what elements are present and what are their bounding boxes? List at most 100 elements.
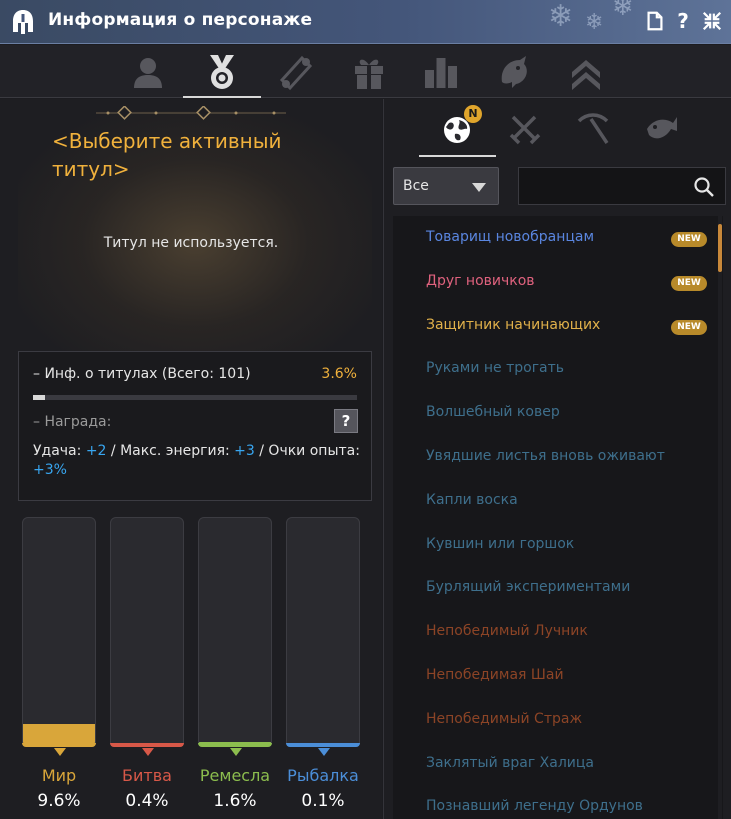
titles-progress-bar <box>33 395 357 400</box>
title-list-item[interactable]: Непобедимая Шай <box>393 654 709 698</box>
tab-pets[interactable] <box>494 52 534 92</box>
title-name: Познавший легенду Ордунов <box>426 798 643 815</box>
top-tab-bar <box>0 45 731 98</box>
medal-icon <box>210 55 234 89</box>
title-list-item[interactable]: Бурлящий экспериментами <box>393 566 709 610</box>
title-list-item[interactable]: Капли воска <box>393 479 709 523</box>
title-summary-panel: <Выберите активный титул> Титул не испол… <box>0 99 382 819</box>
title-unused-text: Титул не используется. <box>103 235 279 251</box>
category-pointer-icon <box>318 748 330 756</box>
title-list-item[interactable]: Товарищ новобранцам NEW <box>393 216 709 260</box>
category-percent: 1.6% <box>213 791 257 811</box>
reward-help-button[interactable]: ? <box>334 409 358 433</box>
tab-craft-titles[interactable] <box>573 109 613 149</box>
title-name: Друг новичков <box>426 272 535 289</box>
title-list-item[interactable]: Друг новичков NEW <box>393 260 709 304</box>
tab-rewards[interactable] <box>349 52 389 92</box>
bonus-xp-value: +3% <box>33 462 67 478</box>
category-name: Мир <box>41 766 77 785</box>
title-list-item[interactable]: Защитник начинающих NEW <box>393 304 709 348</box>
snowflake-decoration-icon: ❄ <box>612 0 634 22</box>
new-badge: NEW <box>671 319 707 335</box>
titles-progress-fill <box>33 395 45 400</box>
category-name: Битва <box>122 766 172 785</box>
rank-chevron-icon <box>572 60 600 90</box>
category-bar-base <box>110 743 184 747</box>
window-title: Информация о персонаже <box>48 10 313 30</box>
category-pointer-icon <box>142 748 154 756</box>
bonus-energy-value: +3 <box>234 443 255 459</box>
category-bar-base <box>22 743 96 747</box>
title-name: Непобедимый Страж <box>426 710 583 727</box>
fish-icon <box>647 117 677 139</box>
category-bar[interactable] <box>286 517 360 756</box>
titles-percent: 3.6% <box>321 366 357 382</box>
category-pointer-icon <box>54 748 66 756</box>
snowflake-decoration-icon: ❄ <box>548 0 574 34</box>
category-bar[interactable] <box>22 517 96 756</box>
tab-knowledge[interactable] <box>276 52 316 92</box>
title-bar: Информация о персонаже ❄ ❄ ❄ ? <box>0 0 731 44</box>
scrollbar-track[interactable] <box>718 216 722 819</box>
help-icon[interactable]: ? <box>671 9 695 33</box>
category-name: Ремесла <box>199 766 271 785</box>
title-list-item[interactable]: Заклятый враг Халица <box>393 742 709 786</box>
category-name: Рыбалка <box>287 766 359 785</box>
person-icon <box>134 58 162 88</box>
title-name: Защитник начинающих <box>426 316 601 333</box>
titles-total-label: – Инф. о титулах (Всего: 101) <box>33 366 251 382</box>
snowflake-decoration-icon: ❄ <box>585 10 604 35</box>
active-tab-indicator <box>183 96 261 98</box>
title-name: Непобедимый Лучник <box>426 623 588 640</box>
title-list-item[interactable]: Волшебный ковер <box>393 391 709 435</box>
scroll-icon <box>279 55 313 91</box>
title-list-item[interactable]: Непобедимый Лучник <box>393 610 709 654</box>
tab-stats[interactable] <box>421 52 461 92</box>
title-list: Товарищ новобранцам NEW Друг новичков NEW За… <box>393 216 723 819</box>
tab-profile[interactable] <box>128 52 168 92</box>
title-list-item[interactable]: Непобедимый Страж <box>393 698 709 742</box>
new-badge: NEW <box>671 275 707 291</box>
ornament-divider <box>96 106 286 120</box>
title-name: Увядшие листья вновь оживают <box>426 448 665 464</box>
document-icon[interactable] <box>643 9 667 33</box>
reward-bonus-text: Удача: +2 / Макс. энергия: +3 / Очки опы… <box>33 442 363 480</box>
title-list-item[interactable]: Увядшие листья вновь оживают <box>393 435 709 479</box>
title-search-input[interactable] <box>518 167 726 205</box>
category-bar-base <box>198 743 272 747</box>
new-notification-badge: N <box>464 105 482 123</box>
active-tab-indicator <box>419 155 496 157</box>
title-name: Заклятый враг Халица <box>426 754 594 771</box>
filter-selected-value: Все <box>403 178 429 194</box>
dropdown-arrow-icon <box>472 183 486 192</box>
title-list-item[interactable]: Познавший легенду Ордунов <box>393 785 709 819</box>
bonus-luck-label: Удача: <box>33 443 86 459</box>
category-bar[interactable] <box>110 517 184 756</box>
scrollbar-thumb[interactable] <box>718 224 722 272</box>
title-info-box: – Инф. о титулах (Всего: 101) 3.6% – Наг… <box>18 351 372 501</box>
tab-titles[interactable] <box>202 52 242 92</box>
title-name: Капли воска <box>426 491 518 508</box>
category-percent: 0.1% <box>301 791 345 811</box>
bonus-luck-value: +2 <box>85 443 107 459</box>
category-pointer-icon <box>230 748 242 756</box>
select-active-title-prompt[interactable]: <Выберите активный титул> <box>52 127 352 183</box>
category-bar[interactable] <box>198 517 272 756</box>
title-list-item[interactable]: Руками не трогать <box>393 347 709 391</box>
title-name: Товарищ новобранцам <box>426 229 595 245</box>
category-filter-dropdown[interactable]: Все <box>393 167 499 205</box>
collapse-icon[interactable] <box>700 9 724 33</box>
category-bar-base <box>286 743 360 747</box>
bar-chart-icon <box>425 58 457 88</box>
gift-icon <box>355 59 383 90</box>
title-name: Кувшин или горшок <box>426 535 575 552</box>
bonus-energy-label: / Макс. энергия: <box>106 443 235 459</box>
tab-combat-titles[interactable] <box>505 109 545 149</box>
title-list-item[interactable]: Кувшин или горшок <box>393 523 709 567</box>
tab-rank[interactable] <box>566 52 606 92</box>
tab-fishing-titles[interactable] <box>641 109 681 149</box>
search-icon[interactable] <box>693 176 715 198</box>
new-badge: NEW <box>671 232 707 247</box>
reward-label: – Награда: <box>33 414 112 430</box>
pickaxe-icon <box>577 113 609 144</box>
